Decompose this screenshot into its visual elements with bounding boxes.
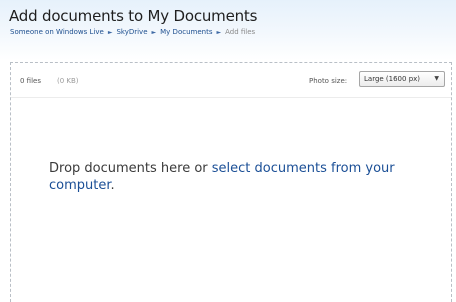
file-size: (0 KB): [57, 77, 79, 85]
drop-text-prefix: Drop documents here or: [49, 161, 212, 176]
breadcrumb-item-my-documents[interactable]: My Documents: [160, 28, 212, 36]
file-count: 0 files: [20, 77, 41, 85]
breadcrumb-separator-icon: ►: [107, 29, 113, 36]
chevron-down-icon: ▼: [434, 75, 439, 82]
page-title: Add documents to My Documents: [9, 7, 258, 25]
breadcrumb-separator-icon: ►: [216, 29, 222, 36]
drop-text-suffix: .: [110, 178, 115, 193]
drop-instructions: Drop documents here or select documents …: [49, 160, 429, 194]
upload-toolbar: 0 files (0 KB) Photo size: Large (1600 p…: [11, 63, 451, 98]
page-header: Add documents to My Documents Someone on…: [0, 0, 456, 60]
breadcrumb: Someone on Windows Live ► SkyDrive ► My Docu…: [10, 28, 255, 36]
drop-zone[interactable]: 0 files (0 KB) Photo size: Large (1600 p…: [10, 62, 452, 302]
breadcrumb-item-windows-live[interactable]: Someone on Windows Live: [10, 28, 104, 36]
breadcrumb-separator-icon: ►: [151, 29, 157, 36]
breadcrumb-item-add-files: Add files: [225, 28, 256, 36]
photo-size-value: Large (1600 px): [364, 75, 421, 83]
photo-size-select[interactable]: Large (1600 px) ▼: [359, 71, 445, 87]
photo-size-label: Photo size:: [309, 77, 348, 85]
breadcrumb-item-skydrive[interactable]: SkyDrive: [116, 28, 147, 36]
